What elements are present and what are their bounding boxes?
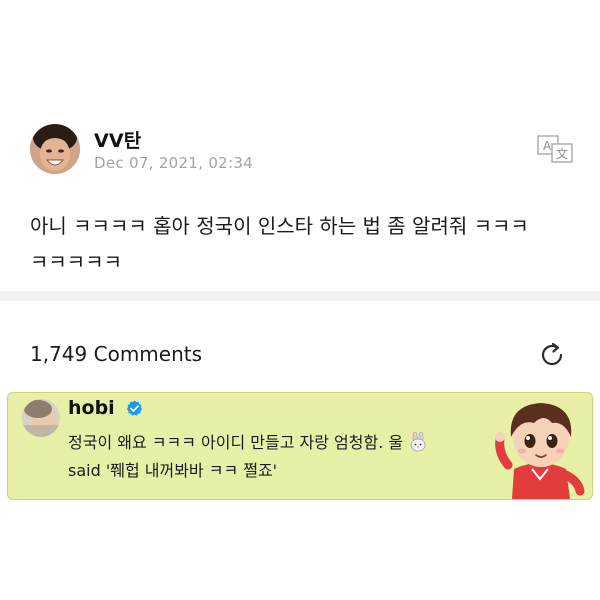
comment-avatar[interactable] <box>22 399 60 437</box>
comment-author-name[interactable]: hobi <box>68 397 115 419</box>
comment-author: hobi <box>68 397 143 421</box>
comments-count: 1,749 Comments <box>30 342 203 366</box>
comment-text: 정국이 왜요 ㅋㅋㅋ 아이디 만들고 자랑 엄청함. 울 said '쮀헙 내꺼… <box>68 429 488 485</box>
comment-text-line2: said '쮀헙 내꺼봐바 ㅋㅋ 쩔죠' <box>68 461 278 480</box>
rabbit-emoji-icon <box>408 431 428 452</box>
character-sticker <box>494 395 586 499</box>
comment-text-line1: 정국이 왜요 ㅋㅋㅋ 아이디 만들고 자랑 엄청함. 울 <box>68 433 404 452</box>
translate-icon[interactable]: A 文 <box>537 134 575 164</box>
post-body: 아니 ㅋㅋㅋㅋ 홉아 정국이 인스타 하는 법 좀 알려줘 ㅋㅋㅋ ㅋㅋㅋㅋㅋ <box>30 214 529 274</box>
author-avatar-image <box>30 124 80 174</box>
verified-badge-icon <box>126 400 143 417</box>
post-header: VV탄 Dec 07, 2021, 02:34 A 文 <box>30 124 575 180</box>
svg-text:A: A <box>543 139 552 153</box>
author-avatar[interactable] <box>30 124 80 174</box>
comment-avatar-image <box>22 399 60 437</box>
refresh-icon[interactable] <box>537 340 567 370</box>
post-date: Dec 07, 2021, 02:34 <box>94 154 254 172</box>
post-page: VV탄 Dec 07, 2021, 02:34 A 文 아니 ㅋㅋㅋㅋ 홉아 정… <box>0 0 600 600</box>
post-author-name[interactable]: VV탄 <box>94 126 142 153</box>
comments-header: 1,749 Comments <box>30 338 575 374</box>
comment-card[interactable]: hobi 정국이 왜요 ㅋㅋㅋ 아이디 만들고 자랑 엄청함. 울 said '… <box>7 392 593 500</box>
section-divider <box>0 291 600 301</box>
svg-text:文: 文 <box>556 146 568 161</box>
